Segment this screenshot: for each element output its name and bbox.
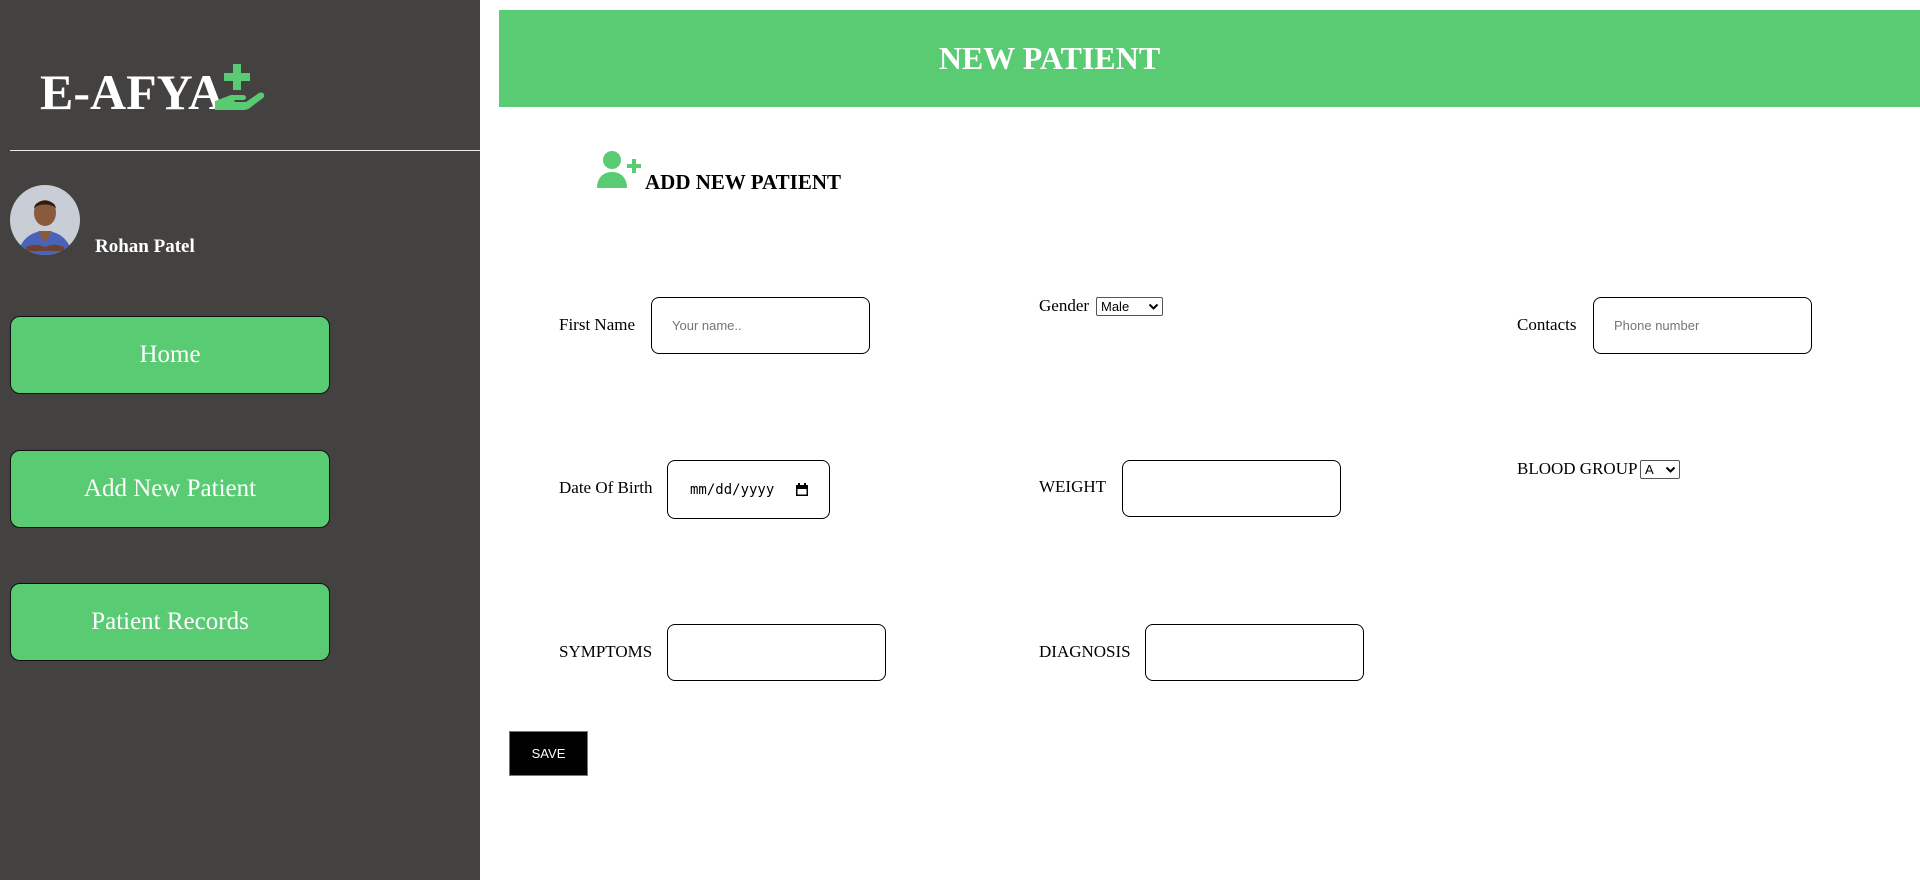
blood-group-label: BLOOD GROUP [1517,459,1638,478]
first-name-input[interactable] [651,297,870,354]
calendar-icon[interactable] [795,483,809,497]
gender-select[interactable]: Male [1096,297,1163,316]
diagnosis-label: DIAGNOSIS [1039,642,1131,661]
user-name: Rohan Patel [95,236,195,257]
blood-group-selected-value: A [1645,462,1654,477]
sidebar: E-AFYA Rohan Patel Home Add New Patient … [0,0,480,880]
contacts-input[interactable] [1593,297,1812,354]
user-plus-icon [597,151,641,188]
gender-label: Gender [1039,296,1090,315]
contacts-label: Contacts [1517,315,1577,334]
chevron-down-icon [1148,303,1159,310]
symptoms-input[interactable] [667,624,886,681]
symptoms-label: SYMPTOMS [559,642,653,661]
first-name-label: First Name [559,315,636,334]
avatar [10,185,80,255]
save-button[interactable]: SAVE [509,731,588,776]
sidebar-divider [10,150,480,151]
page-header: NEW PATIENT [499,10,1920,107]
nav-home-button[interactable]: Home [10,316,330,394]
app-logo-text: E-AFYA [40,64,225,120]
nav-add-new-patient-button[interactable]: Add New Patient [10,450,330,528]
chevron-down-icon [1665,466,1676,473]
dob-label: Date Of Birth [559,478,653,497]
hand-holding-medical-icon [215,64,265,110]
dob-placeholder: mm/dd/yyyy [690,481,775,498]
page-title: NEW PATIENT [938,40,1161,76]
dob-input[interactable]: mm/dd/yyyy [667,460,830,519]
weight-input[interactable] [1122,460,1341,517]
weight-label: WEIGHT [1039,477,1107,496]
section-title: ADD NEW PATIENT [645,170,842,194]
nav-patient-records-button[interactable]: Patient Records [10,583,330,661]
blood-group-select[interactable]: A [1640,460,1680,479]
gender-selected-value: Male [1101,299,1130,314]
diagnosis-input[interactable] [1145,624,1364,681]
